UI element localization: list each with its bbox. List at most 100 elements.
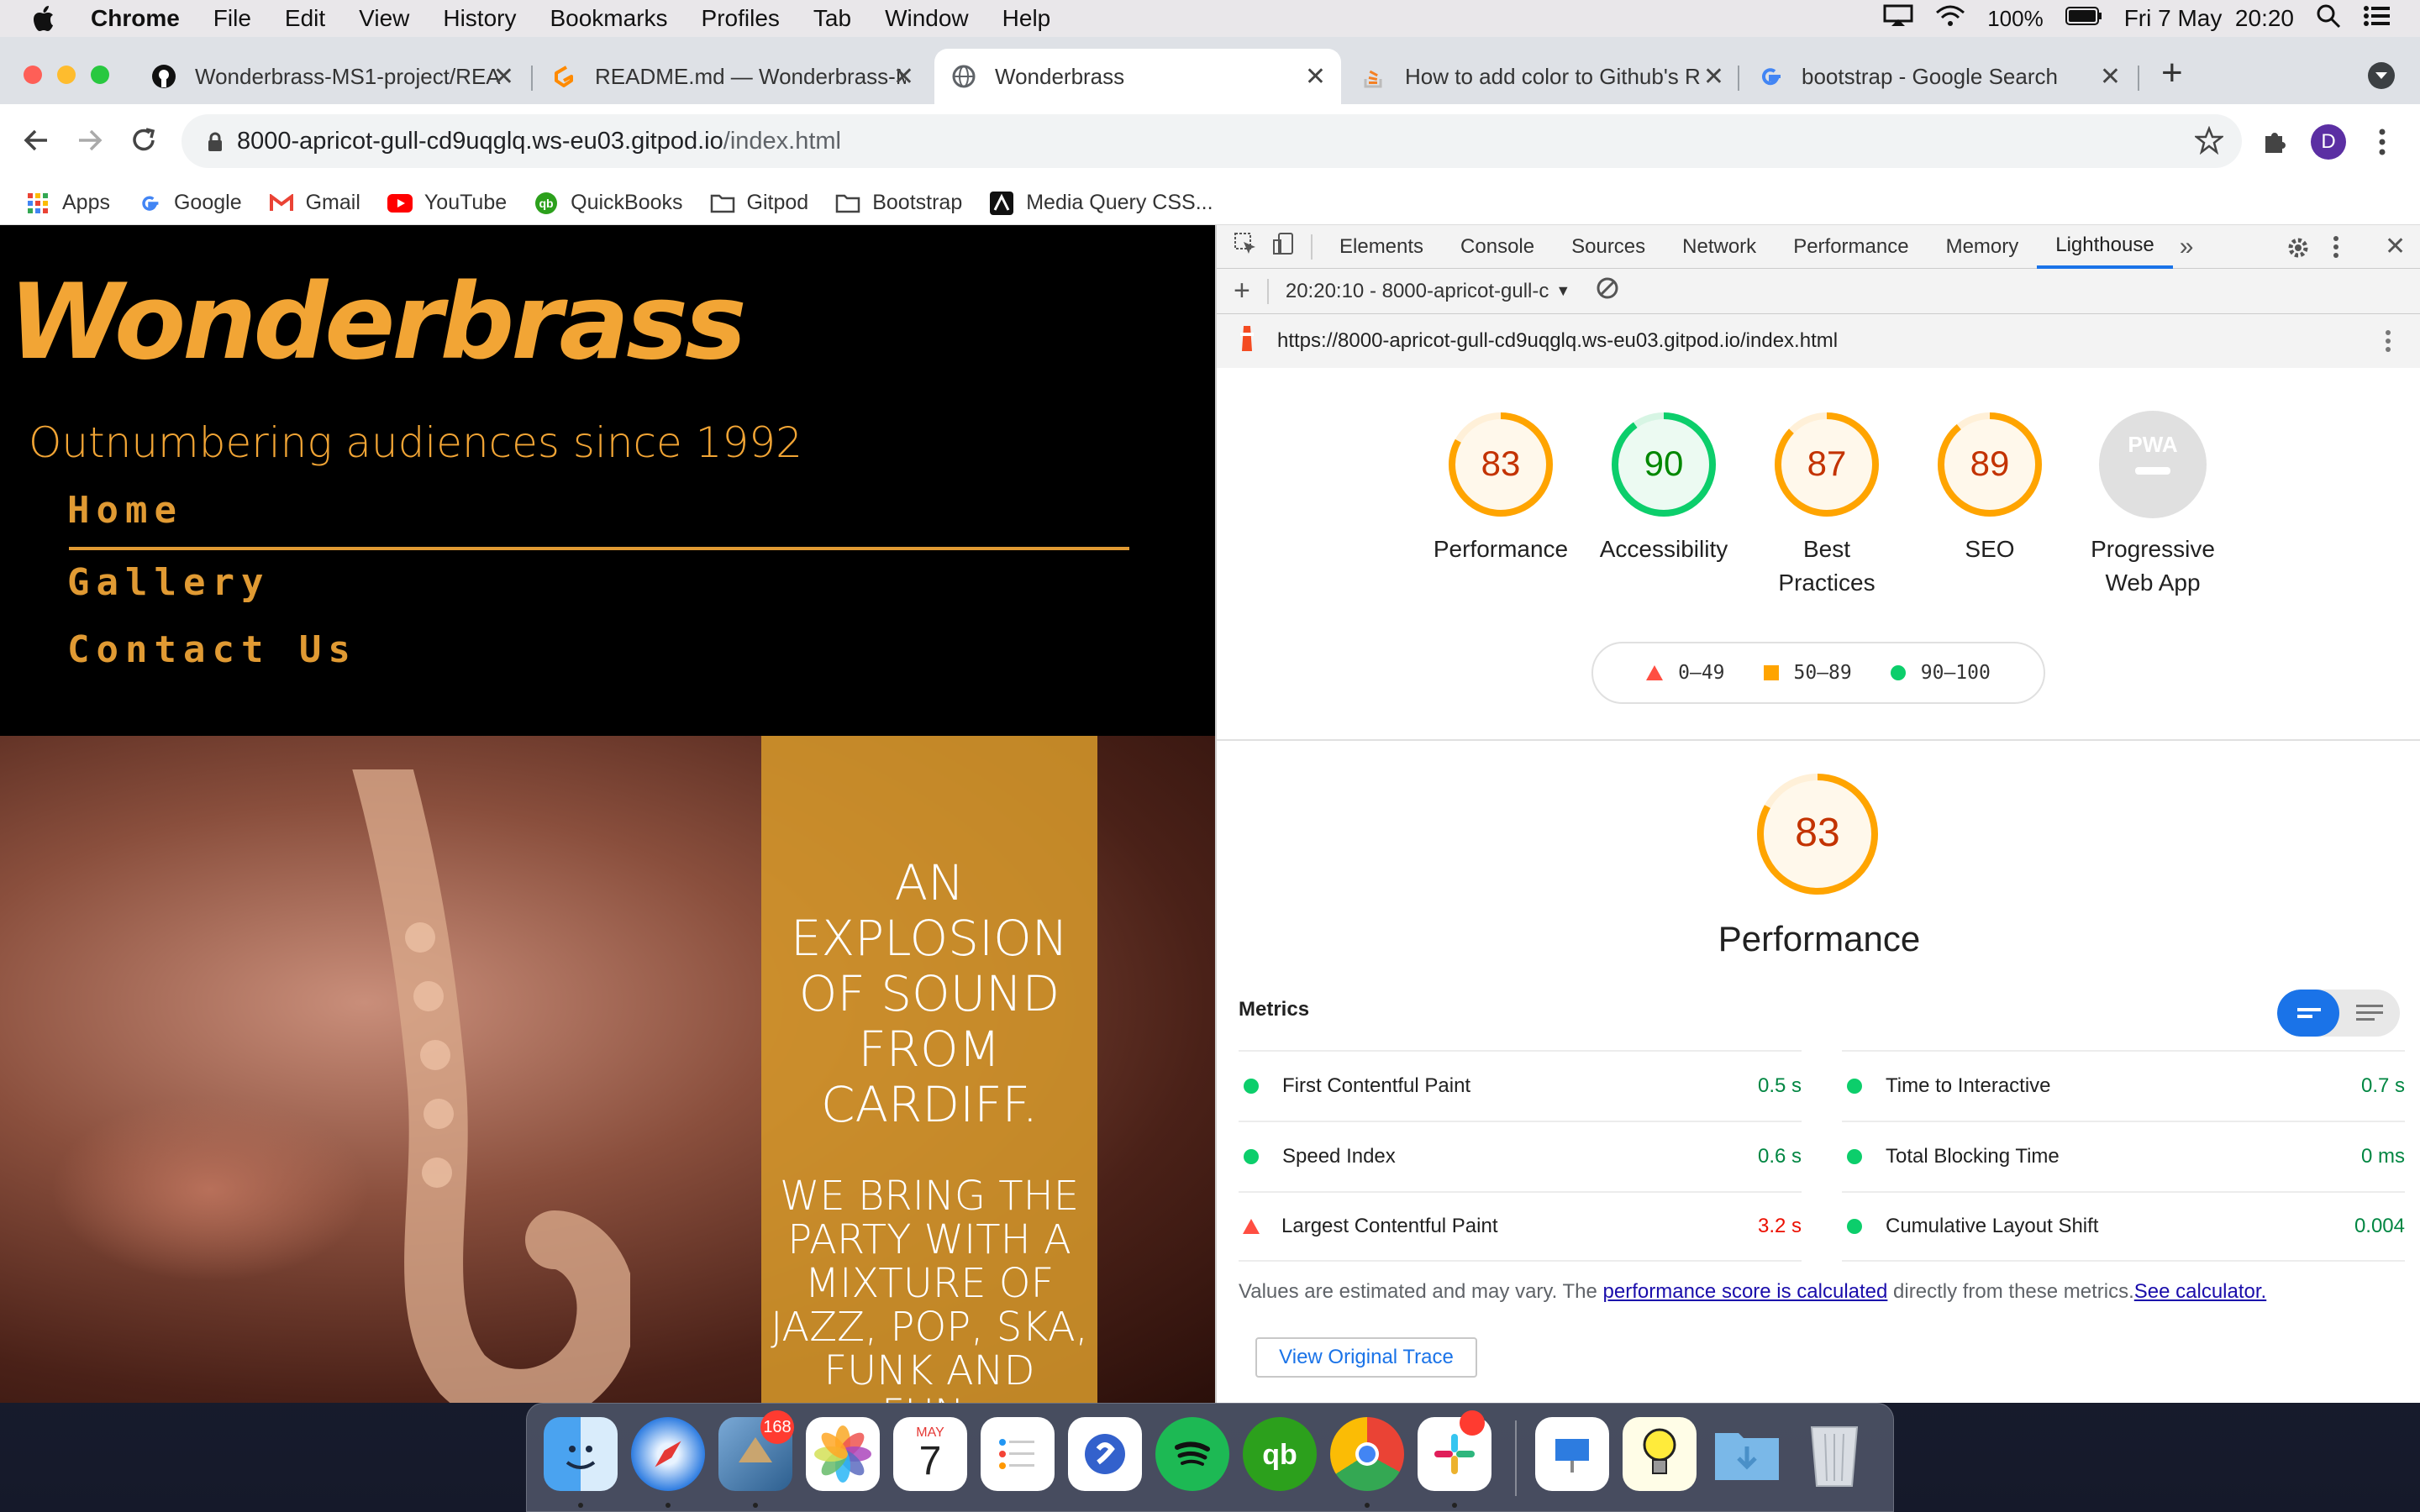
bookmark-bootstrap-folder[interactable]: Bootstrap bbox=[835, 191, 962, 216]
menu-edit[interactable]: Edit bbox=[285, 5, 325, 32]
site-logo[interactable]: Wonderbrass bbox=[8, 262, 747, 383]
menu-help[interactable]: Help bbox=[1002, 5, 1051, 32]
airplay-icon[interactable] bbox=[1883, 4, 1913, 34]
simplenote-icon[interactable] bbox=[1068, 1417, 1142, 1491]
bookmark-google[interactable]: Google bbox=[137, 191, 242, 216]
report-select[interactable]: 20:20:10 - 8000-apricot-gull-c bbox=[1286, 280, 1549, 303]
compact-view-button[interactable] bbox=[2277, 990, 2339, 1037]
devtools-menu-icon[interactable] bbox=[2333, 235, 2339, 265]
menu-file[interactable]: File bbox=[213, 5, 251, 32]
menu-app-name[interactable]: Chrome bbox=[91, 5, 180, 32]
tab-github[interactable]: Wonderbrass-MS1-project/REA ✕ bbox=[134, 49, 529, 104]
menu-history[interactable]: History bbox=[443, 5, 516, 32]
profile-avatar[interactable]: D bbox=[2311, 124, 2346, 160]
photos-icon[interactable] bbox=[806, 1417, 880, 1491]
gauge-best-practices[interactable]: 87 Best Practices bbox=[1744, 410, 1909, 600]
bookmark-media-query[interactable]: Media Query CSS... bbox=[989, 191, 1213, 216]
gauge-seo[interactable]: 89 SEO bbox=[1907, 410, 2072, 566]
view-original-trace-button[interactable]: View Original Trace bbox=[1255, 1337, 1477, 1378]
address-bar[interactable]: 8000-apricot-gull-cd9uqglq.ws-eu03.gitpo… bbox=[182, 114, 2242, 168]
inspect-element-icon[interactable] bbox=[1234, 232, 1257, 261]
tab-sources[interactable]: Sources bbox=[1553, 225, 1664, 269]
tab-wonderbrass[interactable]: Wonderbrass ✕ bbox=[934, 49, 1341, 104]
tab-lighthouse[interactable]: Lighthouse bbox=[2037, 225, 2173, 269]
gauge-score: 90 bbox=[1644, 444, 1684, 483]
metrics-view-toggle[interactable] bbox=[2277, 990, 2400, 1037]
reminders-icon[interactable] bbox=[981, 1417, 1055, 1491]
zoom-window-button[interactable] bbox=[91, 66, 109, 84]
nav-gallery[interactable]: Gallery bbox=[67, 561, 270, 604]
report-url[interactable]: https://8000-apricot-gull-cd9uqglq.ws-eu… bbox=[1277, 329, 1838, 353]
menu-profiles[interactable]: Profiles bbox=[702, 5, 780, 32]
score-calculated-link[interactable]: performance score is calculated bbox=[1603, 1280, 1888, 1303]
tab-elements[interactable]: Elements bbox=[1321, 225, 1442, 269]
keynote-icon[interactable] bbox=[1535, 1417, 1609, 1491]
wifi-icon[interactable] bbox=[1935, 4, 1965, 34]
devtools-close-icon[interactable]: ✕ bbox=[2385, 232, 2406, 261]
tab-console[interactable]: Console bbox=[1442, 225, 1553, 269]
battery-icon[interactable] bbox=[2065, 5, 2102, 32]
quickbooks-icon: qb bbox=[534, 191, 559, 216]
lock-icon[interactable] bbox=[207, 131, 224, 159]
close-tab-icon[interactable]: ✕ bbox=[493, 62, 514, 92]
close-tab-icon[interactable]: ✕ bbox=[1305, 62, 1326, 92]
expanded-view-button[interactable] bbox=[2339, 990, 2400, 1037]
quickbooks-app-icon[interactable]: qb bbox=[1243, 1417, 1317, 1491]
back-icon[interactable] bbox=[22, 126, 50, 159]
bookmark-gmail[interactable]: Gmail bbox=[269, 191, 360, 216]
new-report-icon[interactable]: + bbox=[1234, 275, 1250, 307]
menu-tab[interactable]: Tab bbox=[813, 5, 851, 32]
chrome-menu-icon[interactable] bbox=[2378, 128, 2386, 160]
more-tabs-icon[interactable]: » bbox=[2180, 233, 2194, 261]
nav-contact-us[interactable]: Contact Us bbox=[67, 628, 357, 671]
clear-reports-icon[interactable] bbox=[1596, 276, 1619, 306]
bookmark-youtube[interactable]: YouTube bbox=[387, 191, 507, 216]
gauge-pwa[interactable]: PWA Progressive Web App bbox=[2070, 410, 2235, 600]
trash-icon[interactable] bbox=[1797, 1417, 1871, 1491]
report-menu-icon[interactable] bbox=[2385, 329, 2391, 359]
extensions-icon[interactable] bbox=[2260, 128, 2289, 160]
tab-gitpod-readme[interactable]: README.md — Wonderbrass-M ✕ bbox=[534, 49, 929, 104]
finder-icon[interactable] bbox=[544, 1417, 618, 1491]
clock[interactable]: Fri 7 May 20:20 bbox=[2124, 5, 2294, 32]
google-icon bbox=[137, 191, 162, 216]
chrome-app-icon[interactable] bbox=[1330, 1417, 1404, 1491]
reload-icon[interactable] bbox=[129, 126, 158, 159]
gauge-performance[interactable]: 83 Performance bbox=[1418, 410, 1583, 566]
close-window-button[interactable] bbox=[24, 66, 42, 84]
bookmark-star-icon[interactable] bbox=[2193, 125, 2225, 161]
gauge-accessibility[interactable]: 90 Accessibility bbox=[1581, 410, 1746, 566]
safari-icon[interactable] bbox=[631, 1417, 705, 1491]
tab-performance[interactable]: Performance bbox=[1775, 225, 1927, 269]
close-tab-icon[interactable]: ✕ bbox=[1703, 62, 1724, 92]
spotify-icon[interactable] bbox=[1155, 1417, 1229, 1491]
apple-icon[interactable] bbox=[32, 4, 60, 33]
close-tab-icon[interactable]: ✕ bbox=[893, 62, 914, 92]
new-tab-button[interactable]: + bbox=[2161, 52, 2183, 94]
menu-view[interactable]: View bbox=[359, 5, 409, 32]
tab-google-search[interactable]: bootstrap - Google Search ✕ bbox=[1741, 49, 2136, 104]
tab-search-icon[interactable] bbox=[2368, 62, 2395, 89]
tab-network[interactable]: Network bbox=[1664, 225, 1775, 269]
browser-toolbar: 8000-apricot-gull-cd9uqglq.ws-eu03.gitpo… bbox=[0, 104, 2420, 181]
devtools-settings-icon[interactable] bbox=[2286, 235, 2311, 266]
bookmark-gitpod-folder[interactable]: Gitpod bbox=[710, 191, 808, 216]
tab-memory[interactable]: Memory bbox=[1928, 225, 2038, 269]
calendar-icon[interactable]: MAY 7 bbox=[893, 1417, 967, 1491]
minimize-window-button[interactable] bbox=[57, 66, 76, 84]
menu-bookmarks[interactable]: Bookmarks bbox=[550, 5, 667, 32]
nav-home[interactable]: Home bbox=[67, 489, 183, 532]
forward-icon[interactable] bbox=[76, 126, 104, 159]
spotlight-search-icon[interactable] bbox=[2316, 3, 2341, 34]
see-calculator-link[interactable]: See calculator. bbox=[2134, 1280, 2266, 1303]
downloads-folder-icon[interactable] bbox=[1710, 1417, 1784, 1491]
lightbulb-icon[interactable] bbox=[1623, 1417, 1697, 1491]
close-tab-icon[interactable]: ✕ bbox=[2100, 62, 2121, 92]
tab-stackoverflow[interactable]: How to add color to Github's R ✕ bbox=[1344, 49, 1739, 104]
control-center-icon[interactable] bbox=[2363, 4, 2391, 34]
menu-window[interactable]: Window bbox=[885, 5, 969, 32]
bookmark-quickbooks[interactable]: qb QuickBooks bbox=[534, 191, 683, 216]
bookmark-apps[interactable]: Apps bbox=[25, 191, 110, 216]
device-toolbar-icon[interactable] bbox=[1272, 232, 1296, 261]
dropdown-arrow-icon[interactable]: ▼ bbox=[1555, 282, 1570, 300]
